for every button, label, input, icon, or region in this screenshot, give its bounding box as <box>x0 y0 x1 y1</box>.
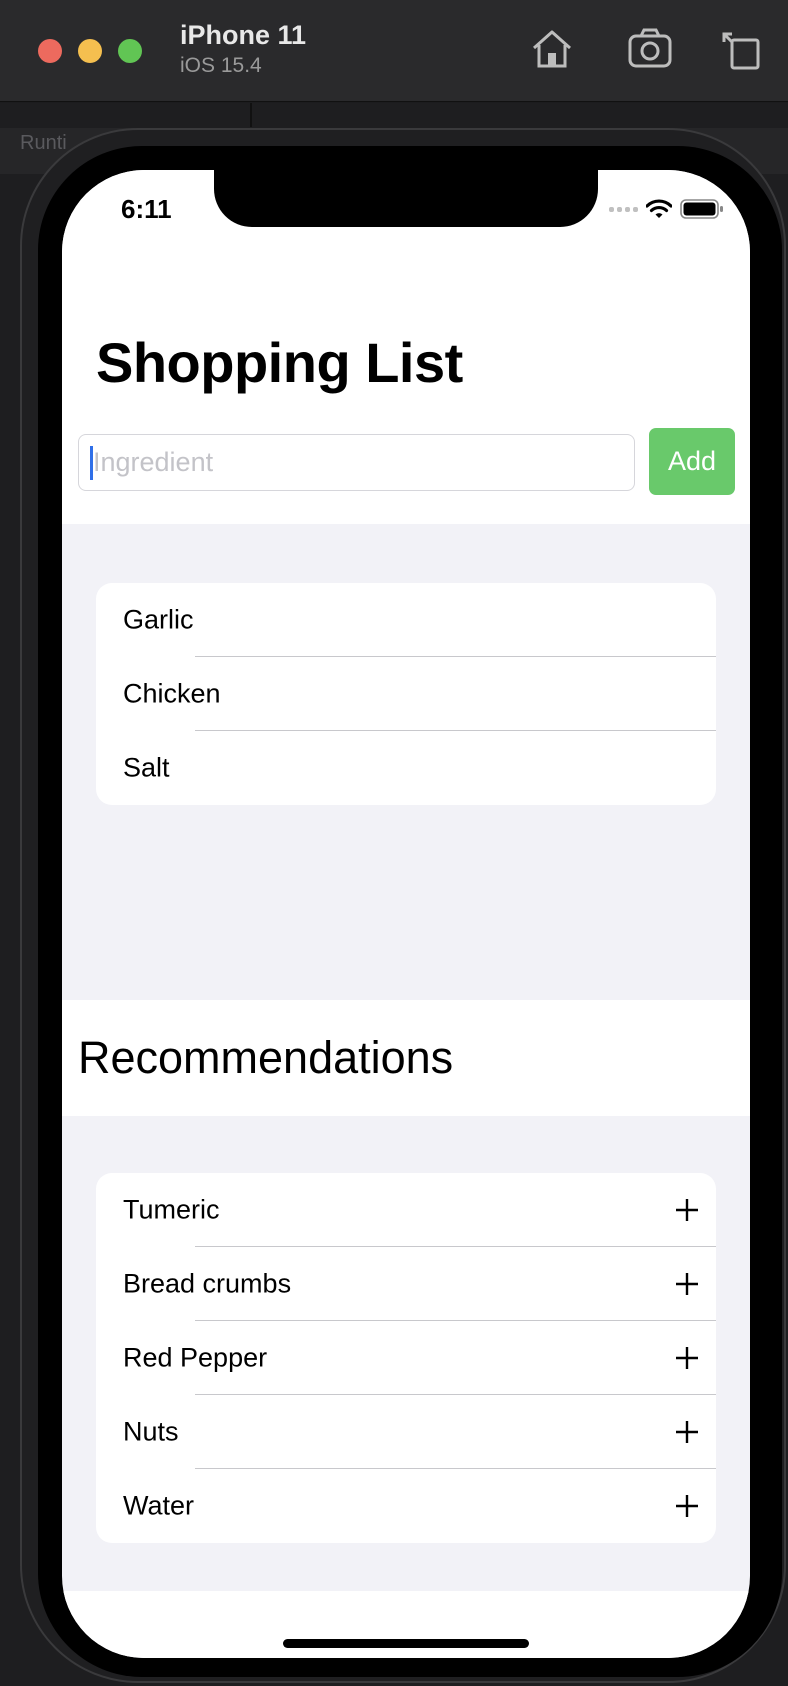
item-label: Salt <box>123 752 170 783</box>
shopping-list: Garlic Chicken Salt <box>96 583 716 805</box>
list-item[interactable]: Chicken <box>96 657 716 731</box>
item-label: Garlic <box>123 604 194 635</box>
notch <box>214 170 598 227</box>
item-label: Nuts <box>123 1416 179 1447</box>
add-button[interactable]: Add <box>649 428 735 495</box>
plus-icon[interactable] <box>674 1197 700 1223</box>
close-window-button[interactable] <box>38 39 62 63</box>
list-item[interactable]: Nuts <box>96 1395 716 1469</box>
home-icon[interactable] <box>529 26 575 72</box>
device-os-version: iOS 15.4 <box>180 54 262 77</box>
list-item[interactable]: Water <box>96 1469 716 1543</box>
page-title: Shopping List <box>96 331 463 394</box>
phone-screen: 6:11 Shopping List Add Garlic Chicken S <box>62 170 750 1658</box>
minimize-window-button[interactable] <box>78 39 102 63</box>
item-label: Bread crumbs <box>123 1268 292 1299</box>
background-tab: Runti <box>20 132 67 154</box>
ingredient-input[interactable] <box>78 434 635 491</box>
simulator-titlebar: iPhone 11 iOS 15.4 <box>0 0 788 102</box>
list-item[interactable]: Bread crumbs <box>96 1247 716 1321</box>
home-indicator[interactable] <box>283 1639 529 1648</box>
plus-icon[interactable] <box>674 1419 700 1445</box>
rotate-icon[interactable] <box>718 26 764 72</box>
item-label: Red Pepper <box>123 1342 268 1373</box>
device-name: iPhone 11 <box>180 20 307 50</box>
wifi-icon <box>646 199 672 218</box>
background-divider <box>250 103 252 127</box>
item-label: Tumeric <box>123 1194 220 1225</box>
text-caret <box>90 446 93 480</box>
list-item[interactable]: Red Pepper <box>96 1321 716 1395</box>
plus-icon[interactable] <box>674 1271 700 1297</box>
recommendations-list: Tumeric Bread crumbs Red Pepper Nuts Wat… <box>96 1173 716 1543</box>
battery-icon <box>680 199 723 219</box>
camera-icon[interactable] <box>627 26 673 72</box>
item-label: Water <box>123 1490 195 1521</box>
plus-icon[interactable] <box>674 1345 700 1371</box>
plus-icon[interactable] <box>674 1493 700 1519</box>
list-item[interactable]: Garlic <box>96 583 716 657</box>
list-item[interactable]: Tumeric <box>96 1173 716 1247</box>
item-label: Chicken <box>123 678 221 709</box>
recommendations-header: Recommendations <box>62 1000 750 1116</box>
zoom-window-button[interactable] <box>118 39 142 63</box>
recommendations-title: Recommendations <box>78 1032 454 1083</box>
cellular-icon <box>609 206 638 212</box>
list-item[interactable]: Salt <box>96 731 716 805</box>
status-time: 6:11 <box>121 194 172 224</box>
status-icons <box>609 197 724 221</box>
